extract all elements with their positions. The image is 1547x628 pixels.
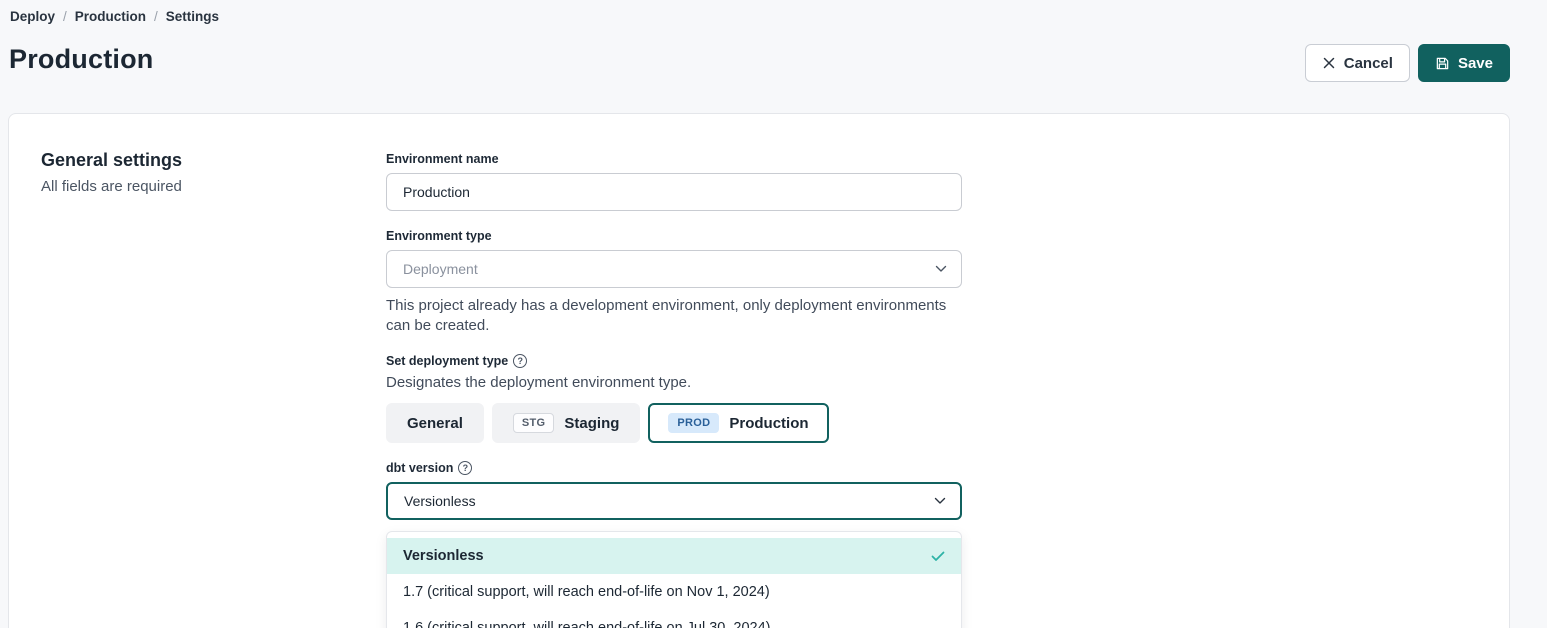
chevron-down-icon [935,265,947,273]
dropdown-option-versionless[interactable]: Versionless [387,538,961,574]
save-button-label: Save [1458,55,1493,72]
environment-type-select[interactable]: Deployment [386,250,962,288]
staging-badge: STG [513,413,555,433]
close-icon [1322,56,1336,70]
chevron-down-icon [934,497,946,505]
environment-type-value: Deployment [403,261,478,277]
dbt-version-label-text: dbt version [386,461,453,475]
environment-type-label: Environment type [386,229,962,243]
dbt-version-select[interactable]: Versionless [386,482,962,520]
breadcrumb-separator: / [154,9,158,24]
settings-form: Environment name Environment type Deploy… [386,152,962,628]
dropdown-option-label: 1.7 (critical support, will reach end-of… [403,584,770,600]
deployment-type-general-label: General [407,415,463,432]
deployment-type-label-text: Set deployment type [386,354,508,368]
environment-name-label: Environment name [386,152,962,166]
general-settings-card: General settings All fields are required… [8,113,1510,628]
dbt-version-value: Versionless [404,493,476,509]
page: Deploy / Production / Settings Productio… [0,0,1547,628]
header-actions: Cancel Save [1305,44,1510,82]
environment-type-helper: This project already has a development e… [386,296,956,336]
help-icon[interactable]: ? [513,354,527,368]
page-title: Production [9,44,154,75]
deployment-type-production-label: Production [729,415,808,432]
dbt-version-label: dbt version ? [386,461,962,475]
help-icon[interactable]: ? [458,461,472,475]
deployment-type-label: Set deployment type ? [386,354,962,368]
cancel-button[interactable]: Cancel [1305,44,1410,82]
deployment-type-description: Designates the deployment environment ty… [386,374,962,391]
cancel-button-label: Cancel [1344,55,1393,72]
deployment-type-staging-button[interactable]: STG Staging [492,403,641,443]
dropdown-option-1-7[interactable]: 1.7 (critical support, will reach end-of… [387,574,961,610]
breadcrumb-separator: / [63,9,67,24]
breadcrumb: Deploy / Production / Settings [10,9,219,24]
save-button[interactable]: Save [1418,44,1510,82]
breadcrumb-settings[interactable]: Settings [166,9,219,24]
save-icon [1435,56,1450,71]
deployment-type-staging-label: Staging [564,415,619,432]
deployment-type-options: General STG Staging PROD Production [386,403,962,443]
breadcrumb-deploy[interactable]: Deploy [10,9,55,24]
section-head: General settings All fields are required [41,150,182,195]
dropdown-option-label: 1.6 (critical support, will reach end-of… [403,620,771,628]
breadcrumb-production[interactable]: Production [75,9,146,24]
dropdown-option-label: Versionless [403,548,484,564]
deployment-type-production-button[interactable]: PROD Production [648,403,828,443]
environment-name-input[interactable] [386,173,962,211]
deployment-type-general-button[interactable]: General [386,403,484,443]
prod-badge: PROD [668,413,719,433]
dbt-version-dropdown: Versionless 1.7 (critical support, will … [386,531,962,628]
section-title: General settings [41,150,182,171]
dropdown-option-1-6[interactable]: 1.6 (critical support, will reach end-of… [387,610,961,628]
section-subtitle: All fields are required [41,178,182,195]
check-icon [931,551,945,562]
